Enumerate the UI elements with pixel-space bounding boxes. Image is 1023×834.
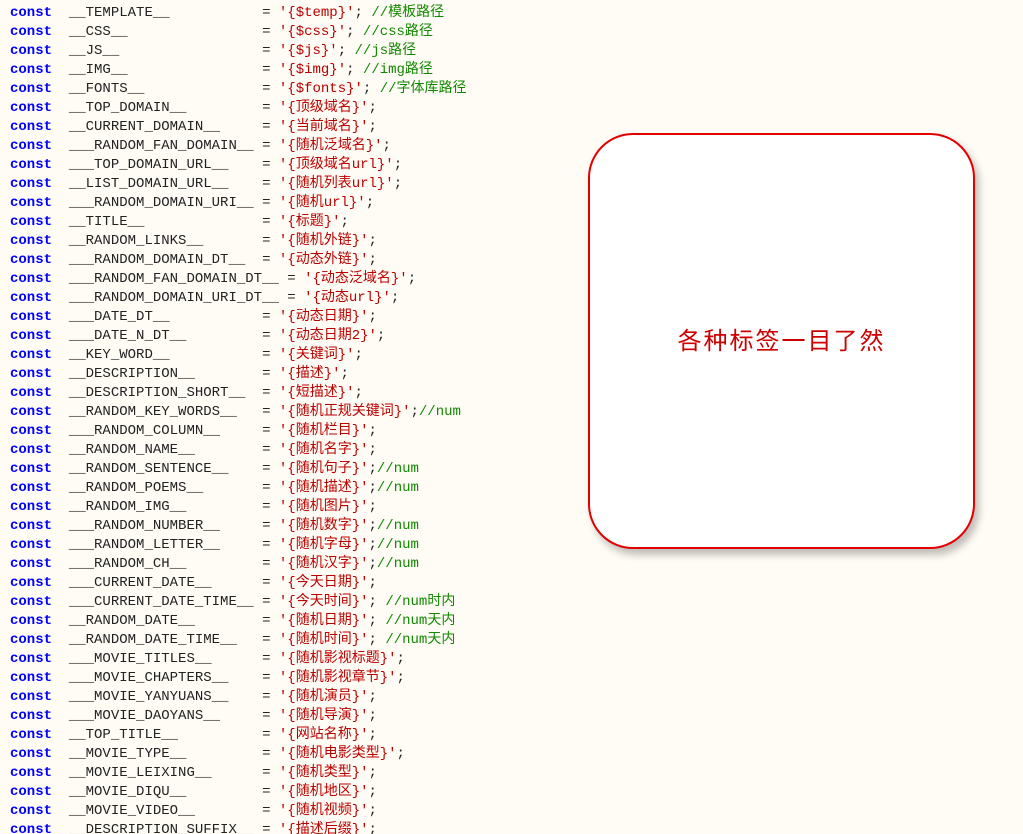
code-line: const __TOP_DOMAIN__ = '{顶级域名}'; xyxy=(10,99,1023,118)
annotation-callout: 各种标签一目了然 xyxy=(588,133,975,549)
code-line: const ___MOVIE_TITLES__ = '{随机影视标题}'; xyxy=(10,650,1023,669)
code-line: const ___CURRENT_DATE_TIME__ = '{今天时间}';… xyxy=(10,593,1023,612)
code-line: const __TEMPLATE__ = '{$temp}'; //模板路径 xyxy=(10,4,1023,23)
screenshot-root: const __TEMPLATE__ = '{$temp}'; //模板路径co… xyxy=(0,0,1023,834)
code-line: const __DESCRIPTION_SUFFIX__ = '{描述后缀}'; xyxy=(10,821,1023,834)
code-line: const __RANDOM_DATE_TIME__ = '{随机时间}'; /… xyxy=(10,631,1023,650)
code-line: const __RANDOM_DATE__ = '{随机日期}'; //num天… xyxy=(10,612,1023,631)
code-line: const __TOP_TITLE__ = '{网站名称}'; xyxy=(10,726,1023,745)
code-line: const __MOVIE_VIDEO__ = '{随机视频}'; xyxy=(10,802,1023,821)
code-line: const __JS__ = '{$js}'; //js路径 xyxy=(10,42,1023,61)
code-line: const ___MOVIE_DAOYANS__ = '{随机导演}'; xyxy=(10,707,1023,726)
code-line: const __MOVIE_TYPE__ = '{随机电影类型}'; xyxy=(10,745,1023,764)
annotation-text: 各种标签一目了然 xyxy=(678,332,886,351)
code-line: const ___MOVIE_YANYUANS__ = '{随机演员}'; xyxy=(10,688,1023,707)
code-line: const ___RANDOM_CH__ = '{随机汉字}';//num xyxy=(10,555,1023,574)
code-line: const __FONTS__ = '{$fonts}'; //字体库路径 xyxy=(10,80,1023,99)
code-line: const ___CURRENT_DATE__ = '{今天日期}'; xyxy=(10,574,1023,593)
code-line: const __MOVIE_DIQU__ = '{随机地区}'; xyxy=(10,783,1023,802)
code-line: const ___MOVIE_CHAPTERS__ = '{随机影视章节}'; xyxy=(10,669,1023,688)
code-line: const __MOVIE_LEIXING__ = '{随机类型}'; xyxy=(10,764,1023,783)
code-line: const __CSS__ = '{$css}'; //css路径 xyxy=(10,23,1023,42)
code-line: const __IMG__ = '{$img}'; //img路径 xyxy=(10,61,1023,80)
